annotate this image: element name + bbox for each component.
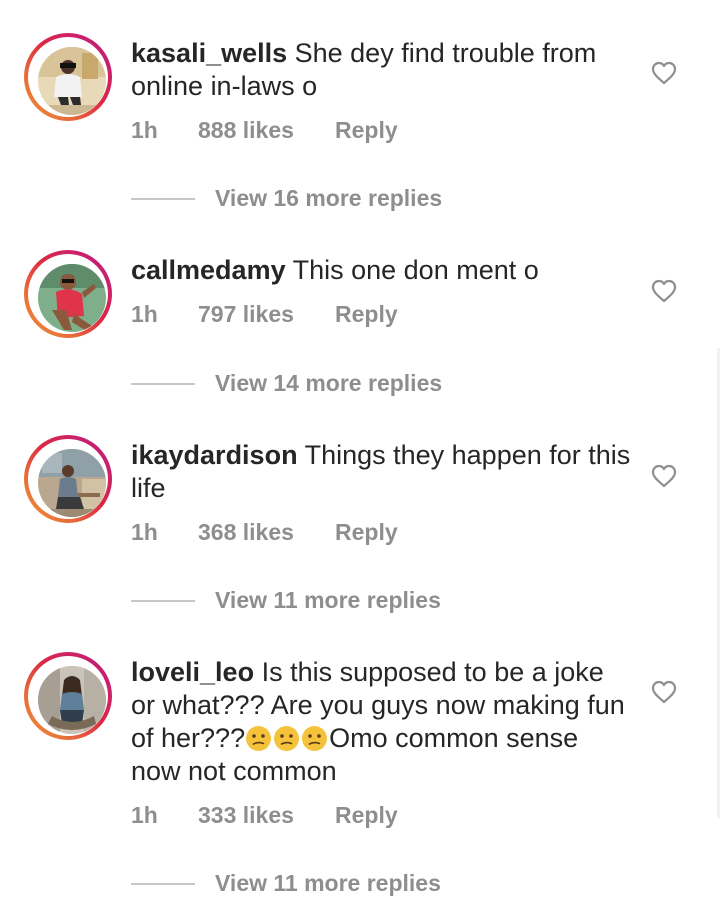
avatar[interactable]: [24, 250, 112, 338]
view-replies-label[interactable]: View 11 more replies: [215, 587, 441, 614]
comment-text: kasali_wells She dey find trouble from o…: [131, 37, 631, 103]
comment-username[interactable]: loveli_leo: [131, 657, 254, 687]
avatar[interactable]: [24, 33, 112, 121]
likes-count[interactable]: 888 likes: [198, 117, 294, 144]
heart-icon[interactable]: [651, 279, 677, 303]
replies-divider: [131, 383, 195, 385]
comment-username[interactable]: callmedamy: [131, 255, 286, 285]
comment-time: 1h: [131, 519, 158, 545]
confused-face-emoji: [246, 726, 272, 751]
replies-divider: [131, 198, 195, 200]
confused-face-emoji: [274, 726, 300, 751]
comment-username[interactable]: kasali_wells: [131, 38, 287, 68]
heart-icon[interactable]: [651, 680, 677, 704]
comment-text: loveli_leo Is this supposed to be a joke…: [131, 656, 631, 788]
view-replies-label[interactable]: View 14 more replies: [215, 370, 442, 397]
comment-text: ikaydardison Things they happen for this…: [131, 439, 631, 505]
comment-username[interactable]: ikaydardison: [131, 440, 298, 470]
comment-time: 1h: [131, 117, 158, 143]
reply-button[interactable]: Reply: [335, 301, 398, 328]
likes-count[interactable]: 333 likes: [198, 802, 294, 829]
heart-icon[interactable]: [651, 61, 677, 85]
comment-body: This one don ment o: [285, 255, 539, 285]
view-replies-label[interactable]: View 16 more replies: [215, 185, 442, 212]
likes-count[interactable]: 797 likes: [198, 301, 294, 328]
replies-divider: [131, 600, 195, 602]
comments-screen: { "comments": [ { "username": "kasali_we…: [0, 0, 720, 907]
reply-button[interactable]: Reply: [335, 519, 398, 546]
confused-face-emoji: [302, 726, 328, 751]
avatar[interactable]: [24, 435, 112, 523]
replies-divider: [131, 883, 195, 885]
reply-button[interactable]: Reply: [335, 117, 398, 144]
reply-button[interactable]: Reply: [335, 802, 398, 829]
view-replies-label[interactable]: View 11 more replies: [215, 870, 441, 897]
avatar[interactable]: [24, 652, 112, 740]
heart-icon[interactable]: [651, 464, 677, 488]
comment-text: callmedamy This one don ment o: [131, 254, 631, 287]
comment-time: 1h: [131, 802, 158, 828]
likes-count[interactable]: 368 likes: [198, 519, 294, 546]
comment-time: 1h: [131, 301, 158, 327]
